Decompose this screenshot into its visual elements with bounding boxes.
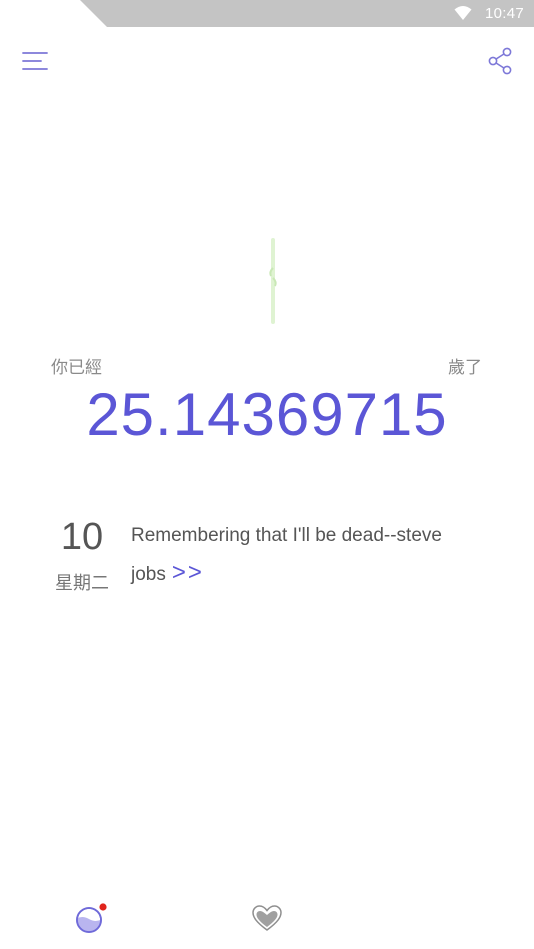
status-time: 10:47 xyxy=(484,5,524,22)
age-suffix-label: 歲了 xyxy=(448,358,482,377)
wifi-icon xyxy=(454,6,472,20)
date-weekday: 星期二 xyxy=(55,573,109,593)
quote-more-link[interactable]: >> xyxy=(172,559,204,586)
age-prefix-label: 你已經 xyxy=(51,358,102,377)
age-value: 25.14369715 xyxy=(86,381,448,448)
notification-badge xyxy=(99,903,107,911)
date-day: 10 xyxy=(60,516,104,558)
sprout-icon xyxy=(269,238,277,324)
share-icon[interactable] xyxy=(486,47,514,75)
life-globe-icon[interactable] xyxy=(74,902,108,934)
heart-icon[interactable] xyxy=(251,904,283,932)
menu-icon[interactable] xyxy=(22,50,48,72)
status-bar: 10:47 xyxy=(0,0,534,27)
daily-quote: Remembering that I'll be dead--steve job… xyxy=(131,517,481,593)
